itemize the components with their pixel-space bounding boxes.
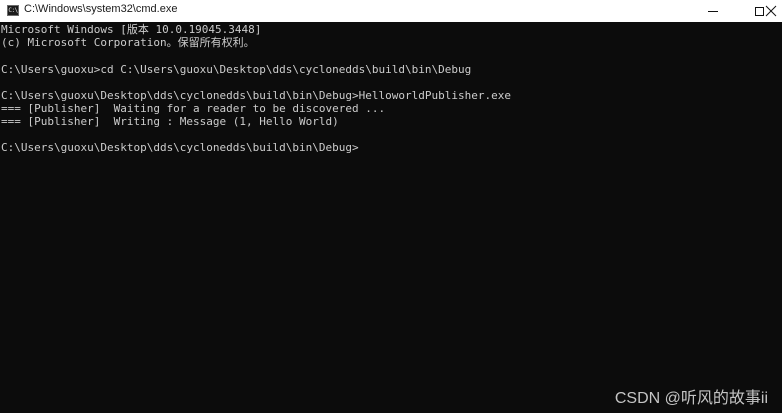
console-line: C:\Users\guoxu\Desktop\dds\cyclonedds\bu… (1, 89, 511, 102)
console-prompt-line: C:\Users\guoxu\Desktop\dds\cyclonedds\bu… (1, 141, 359, 154)
title-bar[interactable]: C:\ C:\Windows\system32\cmd.exe (0, 0, 782, 22)
console-line: === [Publisher] Waiting for a reader to … (1, 102, 386, 115)
close-icon (765, 5, 777, 17)
window-title: C:\Windows\system32\cmd.exe (24, 3, 178, 15)
console-line: Microsoft Windows [版本 10.0.19045.3448] (1, 23, 262, 36)
console-line: === [Publisher] Writing : Message (1, He… (1, 115, 339, 128)
console-output[interactable]: Microsoft Windows [版本 10.0.19045.3448] (… (0, 22, 782, 413)
console-line: (c) Microsoft Corporation。保留所有权利。 (1, 36, 255, 49)
minimize-button[interactable] (690, 0, 736, 22)
close-button[interactable] (762, 0, 782, 22)
cmd-app-icon[interactable]: C:\ (7, 5, 19, 16)
watermark: CSDN @听风的故事ii (614, 390, 768, 407)
minimize-icon (708, 10, 718, 12)
console-line: C:\Users\guoxu>cd C:\Users\guoxu\Desktop… (1, 63, 472, 76)
